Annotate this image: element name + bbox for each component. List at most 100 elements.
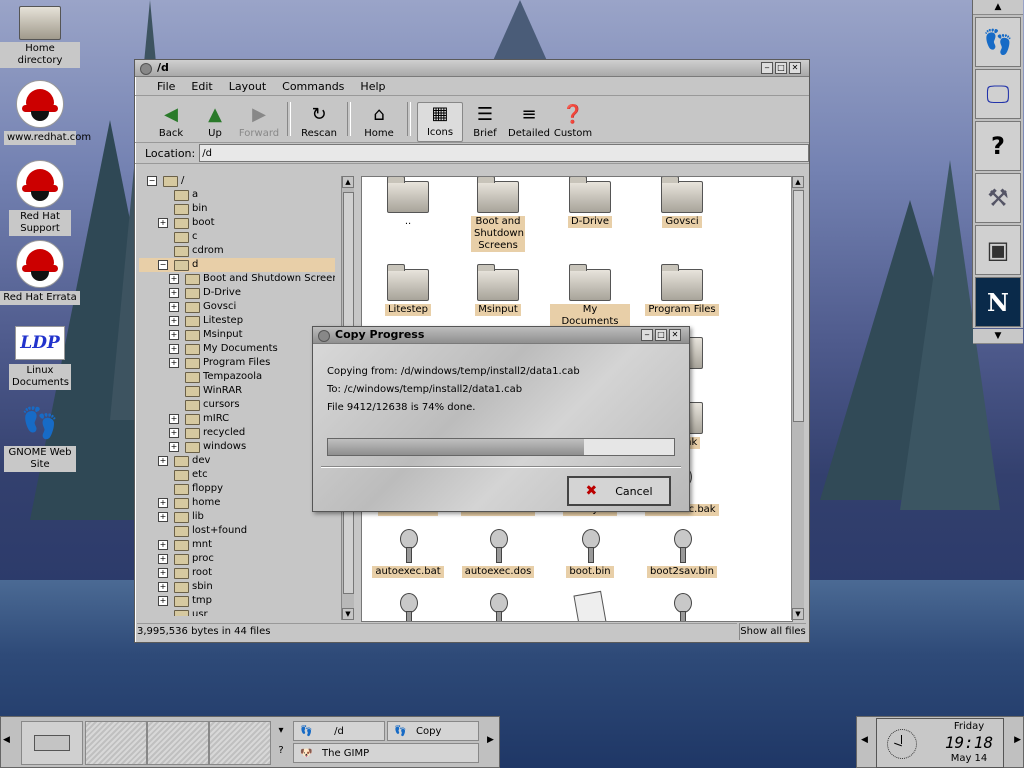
dialog-titlebar[interactable]: Copy Progress ‒ □ ✕ [313, 327, 689, 344]
custom-view-button[interactable]: ❓ Custom [551, 104, 595, 142]
menu-help[interactable]: Help [352, 80, 393, 93]
scroll-thumb[interactable] [793, 190, 804, 422]
expand-icon[interactable]: + [158, 554, 168, 564]
file-item[interactable]: Program Files [642, 264, 722, 316]
panel-hide-right-icon[interactable]: ▶ [1014, 735, 1021, 745]
file-item[interactable] [642, 593, 722, 621]
expand-icon[interactable]: + [169, 330, 179, 340]
tree-item[interactable]: WinRAR [139, 384, 335, 398]
expand-icon[interactable]: + [158, 540, 168, 550]
pager-workspace-2[interactable] [147, 721, 209, 765]
detailed-view-button[interactable]: ≡ Detailed [507, 104, 551, 142]
minimize-icon[interactable]: ‒ [641, 329, 653, 341]
desktop-icon-redhat-errata[interactable]: Red Hat Errata [0, 240, 80, 305]
file-item[interactable]: boot.bin [550, 529, 630, 578]
icons-view-button[interactable]: ▦ Icons [417, 102, 463, 142]
monitor-icon[interactable]: 🖵 [975, 69, 1021, 119]
gnome-main-menu-icon[interactable]: 👣 [975, 17, 1021, 67]
file-item[interactable]: boot2sav.bin [642, 529, 722, 578]
maximize-icon[interactable]: □ [775, 62, 787, 74]
pager-workspace-1[interactable] [85, 721, 147, 765]
tree-item[interactable]: + boot [139, 216, 335, 230]
file-item[interactable]: D-Drive [550, 177, 630, 228]
expand-icon[interactable]: + [169, 428, 179, 438]
tree-item[interactable]: floppy [139, 482, 335, 496]
file-item[interactable]: Msinput [458, 264, 538, 316]
collapse-icon[interactable]: − [158, 260, 168, 270]
show-desktop-button[interactable] [21, 721, 83, 765]
tree-item[interactable]: + lib [139, 510, 335, 524]
tree-item[interactable]: + D-Drive [139, 286, 335, 300]
tree-item[interactable]: + mIRC [139, 412, 335, 426]
panel-hide-left-icon[interactable]: ◀ [861, 735, 868, 745]
back-button[interactable]: ◀ Back [149, 104, 193, 142]
window-titlebar[interactable]: /d ‒ □ ✕ [135, 60, 809, 77]
tree-item[interactable]: bin [139, 202, 335, 216]
file-item[interactable]: Boot and Shutdown Screens [458, 177, 538, 252]
task-copy-progress[interactable]: 👣Copy Progress [387, 721, 479, 757]
tree-item[interactable]: + windows [139, 440, 335, 454]
package-icon[interactable]: ⚒ [975, 173, 1021, 223]
netscape-icon[interactable]: N [975, 277, 1021, 327]
task-gimp[interactable]: 🐶 The GIMP [293, 743, 479, 763]
tree-item[interactable]: + proc [139, 552, 335, 566]
tree-item[interactable]: + Msinput [139, 328, 335, 342]
window-menu-icon[interactable] [318, 330, 330, 342]
expand-icon[interactable]: + [169, 302, 179, 312]
expand-icon[interactable]: + [169, 414, 179, 424]
window-menu-icon[interactable] [140, 63, 152, 75]
desktop-icon-redhat-web[interactable]: www.redhat.com [0, 80, 91, 145]
tasklist-help-icon[interactable]: ? [273, 741, 289, 761]
show-all-files-toggle[interactable]: Show all files [739, 623, 806, 640]
tree-item[interactable]: + Boot and Shutdown Screens [139, 272, 335, 286]
file-item[interactable]: .. [368, 177, 448, 227]
desktop-icon-home[interactable]: Home directory [0, 6, 80, 68]
panel-hide-right-icon[interactable]: ▶ [487, 735, 494, 745]
expand-icon[interactable]: + [169, 358, 179, 368]
tree-item[interactable]: + My Documents [139, 342, 335, 356]
expand-icon[interactable]: + [169, 316, 179, 326]
panel-scroll-down-icon[interactable]: ▼ [973, 329, 1023, 344]
expand-icon[interactable]: + [169, 344, 179, 354]
tree-item[interactable]: − d [139, 258, 335, 272]
desktop-icon-linux-documents[interactable]: LDP Linux Documents [0, 326, 80, 390]
file-item[interactable] [458, 593, 538, 621]
maximize-icon[interactable]: □ [655, 329, 667, 341]
forward-button[interactable]: ▶ Forward [237, 104, 281, 142]
tree-item[interactable]: cdrom [139, 244, 335, 258]
tree-item[interactable]: + recycled [139, 426, 335, 440]
tree-item[interactable]: + mnt [139, 538, 335, 552]
tree-item[interactable]: + root [139, 566, 335, 580]
tree-item[interactable]: + sbin [139, 580, 335, 594]
menu-commands[interactable]: Commands [274, 80, 352, 93]
panel-scroll-up-icon[interactable]: ▲ [973, 0, 1023, 15]
file-item[interactable] [368, 593, 448, 621]
expand-icon[interactable]: + [158, 568, 168, 578]
task-file-manager[interactable]: 👣/d [293, 721, 385, 741]
file-item[interactable]: Litestep [368, 264, 448, 316]
tree-item[interactable]: + Program Files [139, 356, 335, 370]
terminal-icon[interactable]: ▣ [975, 225, 1021, 275]
desktop-icon-gnome-web[interactable]: 👣 GNOME Web Site [0, 404, 80, 472]
tree-item[interactable]: + dev [139, 454, 335, 468]
expand-icon[interactable]: + [158, 456, 168, 466]
expand-icon[interactable]: + [169, 442, 179, 452]
menu-file[interactable]: File [149, 80, 183, 93]
tree-item[interactable]: c [139, 230, 335, 244]
tree-item[interactable]: a [139, 188, 335, 202]
brief-view-button[interactable]: ☰ Brief [463, 104, 507, 142]
pager-workspace-3[interactable] [209, 721, 271, 765]
expand-icon[interactable]: + [158, 512, 168, 522]
scroll-up-icon[interactable]: ▲ [342, 176, 354, 188]
rescan-button[interactable]: ↻ Rescan [297, 104, 341, 142]
menu-edit[interactable]: Edit [183, 80, 220, 93]
tree-item[interactable]: Tempazoola [139, 370, 335, 384]
icons-scrollbar[interactable]: ▲ ▼ [791, 176, 804, 620]
desktop-icon-redhat-support[interactable]: Red Hat Support [0, 160, 80, 236]
tree-item[interactable]: + Govsci [139, 300, 335, 314]
tree-item[interactable]: lost+found [139, 524, 335, 538]
scroll-down-icon[interactable]: ▼ [342, 608, 354, 620]
file-item[interactable] [550, 590, 630, 621]
close-icon[interactable]: ✕ [789, 62, 801, 74]
file-item[interactable]: autoexec.dos [458, 529, 538, 578]
